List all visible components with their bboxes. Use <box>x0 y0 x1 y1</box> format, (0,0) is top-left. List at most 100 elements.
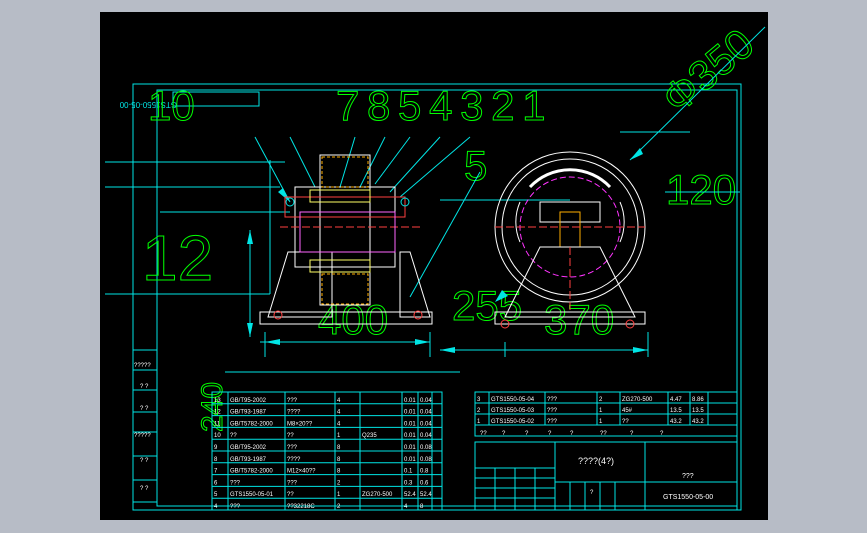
bom-cell-w2: 8 <box>420 504 424 510</box>
bom-cell-qty: 1 <box>599 408 603 414</box>
dim-seq: 7 8 5 4 3 2 1 <box>336 82 544 129</box>
bom-cell-code: GTS1550-05-01 <box>230 492 274 498</box>
outer-frame <box>132 83 742 511</box>
bom-cell-w2: 0.6 <box>420 480 429 486</box>
bom-cell-code: ??? <box>230 480 241 486</box>
bom-cell-qty: 2 <box>599 397 603 403</box>
bom-cell-code: GTS1550-05-03 <box>491 408 535 414</box>
bom-cell-qty: 4 <box>337 398 341 404</box>
bom-cell-qty: 8 <box>337 445 341 451</box>
bom-cell-code: GB/T95-2002 <box>230 445 267 451</box>
bom-cell-name: ?? <box>287 433 294 439</box>
bom-right-rows: 3 GTS1550-05-04??? 2 ZG270-500 4.47 8.86 2 GTS1… <box>474 392 738 426</box>
side-label-5: ? ? <box>140 486 149 492</box>
bom-cell-no: 13 <box>214 398 221 404</box>
bom-cell-w2: 0.8 <box>420 469 429 475</box>
bom-cell-w1: 0.1 <box>404 469 413 475</box>
bom-cell-no: 3 <box>477 397 481 403</box>
bom-cell-qty: 8 <box>337 469 341 475</box>
bom-cell-no: 8 <box>214 457 218 463</box>
bom-cell-code: GTS1550-05-02 <box>491 419 535 425</box>
bom-cell-code: GB/T5782-2000 <box>230 469 273 475</box>
bom-cell-w1: 0.01 <box>404 445 416 451</box>
bom-cell-name: ??? <box>287 445 298 451</box>
bom-left-rows: 13 GB/T95-2002??? 4 0.01 0.0412 GB/T93-1987??… <box>211 392 443 511</box>
bom-cell-w1: 0.01 <box>404 398 416 404</box>
bom-cell-name: ?? <box>287 492 294 498</box>
bom-cell-no: 9 <box>214 445 218 451</box>
bom-cell-qty: 1 <box>337 492 341 498</box>
title-scale: ? <box>590 490 594 496</box>
bom-cell-name: ??? <box>547 408 558 414</box>
bom-cell-w2: 8.86 <box>692 397 704 403</box>
bom-cell-qty: 2 <box>337 504 341 510</box>
title-name: ??? <box>682 473 694 480</box>
bom-cell-mat: ZG270-500 <box>622 397 653 403</box>
title-code: GTS1550-05-00 <box>663 494 713 501</box>
bom-cell-name: ???? <box>287 457 301 463</box>
side-label-2: ? ? <box>140 406 149 412</box>
dim-10: 10 <box>148 82 195 129</box>
title-main: ????(4?) <box>578 456 614 466</box>
bom-cell-no: 5 <box>214 492 218 498</box>
bom-cell-code: GB/T95-2002 <box>230 398 267 404</box>
bom-cell-w2: 0.08 <box>420 457 432 463</box>
bom-cell-code: GB/T93-1987 <box>230 457 267 463</box>
bom-cell-w2: 0.08 <box>420 445 432 451</box>
bom-cell-name: M12×40?? <box>287 469 316 475</box>
bom-cell-w1: 4.47 <box>670 397 682 403</box>
bom-cell-code: GB/T5782-2000 <box>230 421 273 427</box>
bom-cell-code: GTS1550-05-04 <box>491 397 535 403</box>
bom-cell-w2: 52.4 <box>420 492 432 498</box>
bom-cell-name: ??? <box>287 398 298 404</box>
bom-cell-w2: 0.04 <box>420 421 432 427</box>
bom-cell-no: 4 <box>214 504 218 510</box>
bom-cell-qty: 1 <box>337 433 341 439</box>
bom-cell-no: 6 <box>214 480 218 486</box>
dim-phi350: Φ350 <box>653 19 763 122</box>
bom-cell-code: ??? <box>230 504 241 510</box>
bom-header-cell: ?? <box>480 431 487 437</box>
side-strip <box>133 349 157 503</box>
bom-cell-code: GB/T93-1987 <box>230 410 267 416</box>
bom-cell-no: 2 <box>477 408 481 414</box>
bom-cell-w2: 0.04 <box>420 433 432 439</box>
bom-cell-w1: 0.01 <box>404 433 416 439</box>
bom-cell-name: ??? <box>547 397 558 403</box>
side-label-1: ? ? <box>140 384 149 390</box>
bom-cell-w1: 52.4 <box>404 492 416 498</box>
bom-cell-w2: 13.5 <box>692 408 704 414</box>
bom-cell-no: 1 <box>477 419 481 425</box>
side-label-4: ? ? <box>140 458 149 464</box>
bom-cell-name: ??? <box>547 419 558 425</box>
bom-cell-no: 12 <box>214 410 221 416</box>
inner-frame <box>156 89 738 507</box>
bom-cell-w2: 0.04 <box>420 398 432 404</box>
bom-cell-w2: 0.04 <box>420 410 432 416</box>
dim-120: 120 <box>666 166 736 213</box>
bom-cell-w1: 43.2 <box>670 419 682 425</box>
dim-400: 400 <box>318 296 388 343</box>
bom-cell-w1: 0.3 <box>404 480 413 486</box>
bom-cell-code: ?? <box>230 433 237 439</box>
bom-cell-qty: 2 <box>337 480 341 486</box>
bom-cell-w2: 43.2 <box>692 419 704 425</box>
bom-header-cell: ?? <box>600 431 607 437</box>
bom-cell-name: ??? <box>287 480 298 486</box>
bom-cell-name: ???? <box>287 410 301 416</box>
side-label-0: ????? <box>134 363 151 369</box>
bom-cell-no: 10 <box>214 433 221 439</box>
drawing-svg: ????? ? ? ? ? ????? ? ? ? ? GTS1550-05-0… <box>105 19 766 511</box>
bom-cell-no: 11 <box>214 421 221 427</box>
side-label-3: ????? <box>134 433 151 439</box>
bom-cell-qty: 8 <box>337 457 341 463</box>
bom-cell-w1: 4 <box>404 504 408 510</box>
bom-cell-mat: ZG270-500 <box>362 492 393 498</box>
bom-cell-w1: 0.01 <box>404 457 416 463</box>
dim-12: 12 <box>142 222 213 294</box>
bom-cell-w1: 13.5 <box>670 408 682 414</box>
bom-cell-no: 7 <box>214 469 218 475</box>
bom-cell-name: ??32218C <box>287 504 315 510</box>
bom-cell-qty: 4 <box>337 421 341 427</box>
bom-cell-name: M8×20?? <box>287 421 313 427</box>
